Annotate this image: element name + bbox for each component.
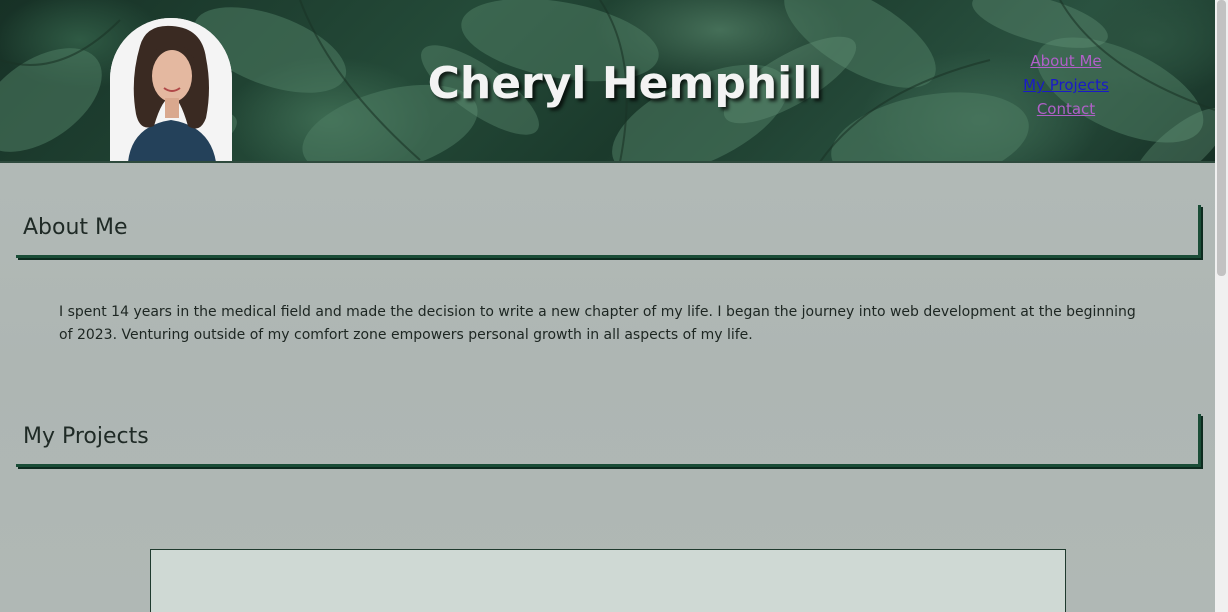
scrollbar-thumb[interactable] <box>1217 0 1226 276</box>
projects-heading-box: My Projects <box>16 414 1201 467</box>
profile-photo-illustration <box>110 18 232 162</box>
vertical-scrollbar[interactable] <box>1215 0 1228 612</box>
project-card[interactable] <box>150 549 1066 612</box>
profile-avatar <box>110 18 232 162</box>
nav-link-about-me[interactable]: About Me <box>1016 49 1116 73</box>
page: Cheryl Hemphill About Me My Projects Con… <box>0 0 1215 612</box>
header-banner: Cheryl Hemphill About Me My Projects Con… <box>0 0 1215 162</box>
header-divider <box>0 161 1215 163</box>
nav-link-my-projects[interactable]: My Projects <box>1016 73 1116 97</box>
projects-heading: My Projects <box>23 424 149 449</box>
nav-link-contact[interactable]: Contact <box>1016 97 1116 121</box>
about-heading: About Me <box>23 215 128 240</box>
about-text: I spent 14 years in the medical field an… <box>59 304 1136 343</box>
main-nav: About Me My Projects Contact <box>1016 49 1116 121</box>
site-title: Cheryl Hemphill <box>427 58 823 109</box>
about-heading-box: About Me <box>16 205 1201 258</box>
